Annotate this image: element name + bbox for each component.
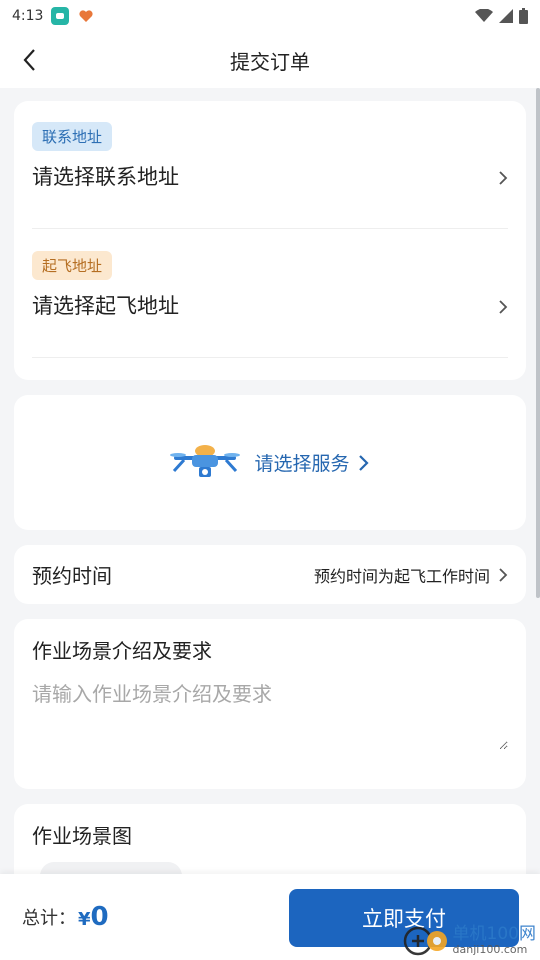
takeoff-address-placeholder: 请选择起飞地址 (32, 294, 179, 318)
scene-image-title: 作业场景图 (32, 824, 132, 848)
appointment-time-value[interactable]: 预约时间为起飞工作时间 (314, 563, 508, 587)
total-label: 总计： (22, 908, 76, 929)
bottom-bar: 总计： ¥0 立即支付 单机100网 danji100.com (0, 874, 540, 960)
watermark-text: 单机100网 (452, 924, 536, 944)
status-time: 4:13 (12, 8, 44, 24)
page-title: 提交订单 (230, 49, 310, 74)
watermark: 单机100网 danji100.com (403, 926, 536, 956)
appointment-time-label: 预约时间 (32, 564, 112, 588)
signal-icon (499, 9, 513, 23)
service-card[interactable]: 请选择服务 (14, 395, 526, 530)
chevron-right-icon (499, 171, 508, 185)
back-button[interactable] (16, 46, 44, 74)
chevron-right-icon (499, 567, 508, 582)
contact-address-row[interactable]: 联系地址 请选择联系地址 (32, 122, 508, 191)
select-service-link[interactable]: 请选择服务 (254, 449, 369, 476)
chevron-left-icon (23, 49, 35, 71)
status-bar: 4:13 (0, 0, 540, 32)
drone-icon (170, 444, 241, 477)
select-service-label: 请选择服务 (254, 453, 350, 475)
scene-description-title: 作业场景介绍及要求 (32, 639, 212, 663)
appointment-time-text: 预约时间为起飞工作时间 (313, 566, 490, 586)
chevron-right-icon (358, 454, 369, 471)
heart-notification-icon (77, 7, 95, 25)
contact-address-tag: 联系地址 (32, 122, 113, 151)
divider (32, 357, 508, 358)
takeoff-address-tag: 起飞地址 (32, 251, 113, 280)
watermark-text-block: 单机100网 danji100.com (452, 924, 536, 957)
nav-bar: 提交订单 (0, 32, 540, 88)
scene-description-input[interactable] (32, 678, 508, 750)
takeoff-address-row[interactable]: 起飞地址 请选择起飞地址 (32, 251, 508, 320)
watermark-logo-icon (403, 926, 447, 956)
scrollbar[interactable] (536, 88, 540, 598)
chevron-right-icon (499, 300, 508, 314)
appointment-time-row[interactable]: 预约时间 预约时间为起飞工作时间 (14, 545, 526, 604)
divider (32, 228, 508, 229)
scene-description-card: 作业场景介绍及要求 (14, 619, 526, 789)
status-icons (475, 8, 528, 24)
wifi-icon (475, 9, 493, 22)
notification-app-icon (51, 7, 70, 25)
contact-address-placeholder: 请选择联系地址 (32, 165, 179, 189)
battery-icon (519, 8, 528, 24)
total-amount: ¥0 (78, 902, 109, 932)
watermark-subtext: danji100.com (452, 943, 528, 956)
currency-symbol: ¥ (78, 909, 91, 930)
address-card: 联系地址 请选择联系地址 起飞地址 请选择起飞地址 (14, 101, 526, 380)
total-value: 0 (90, 902, 109, 932)
